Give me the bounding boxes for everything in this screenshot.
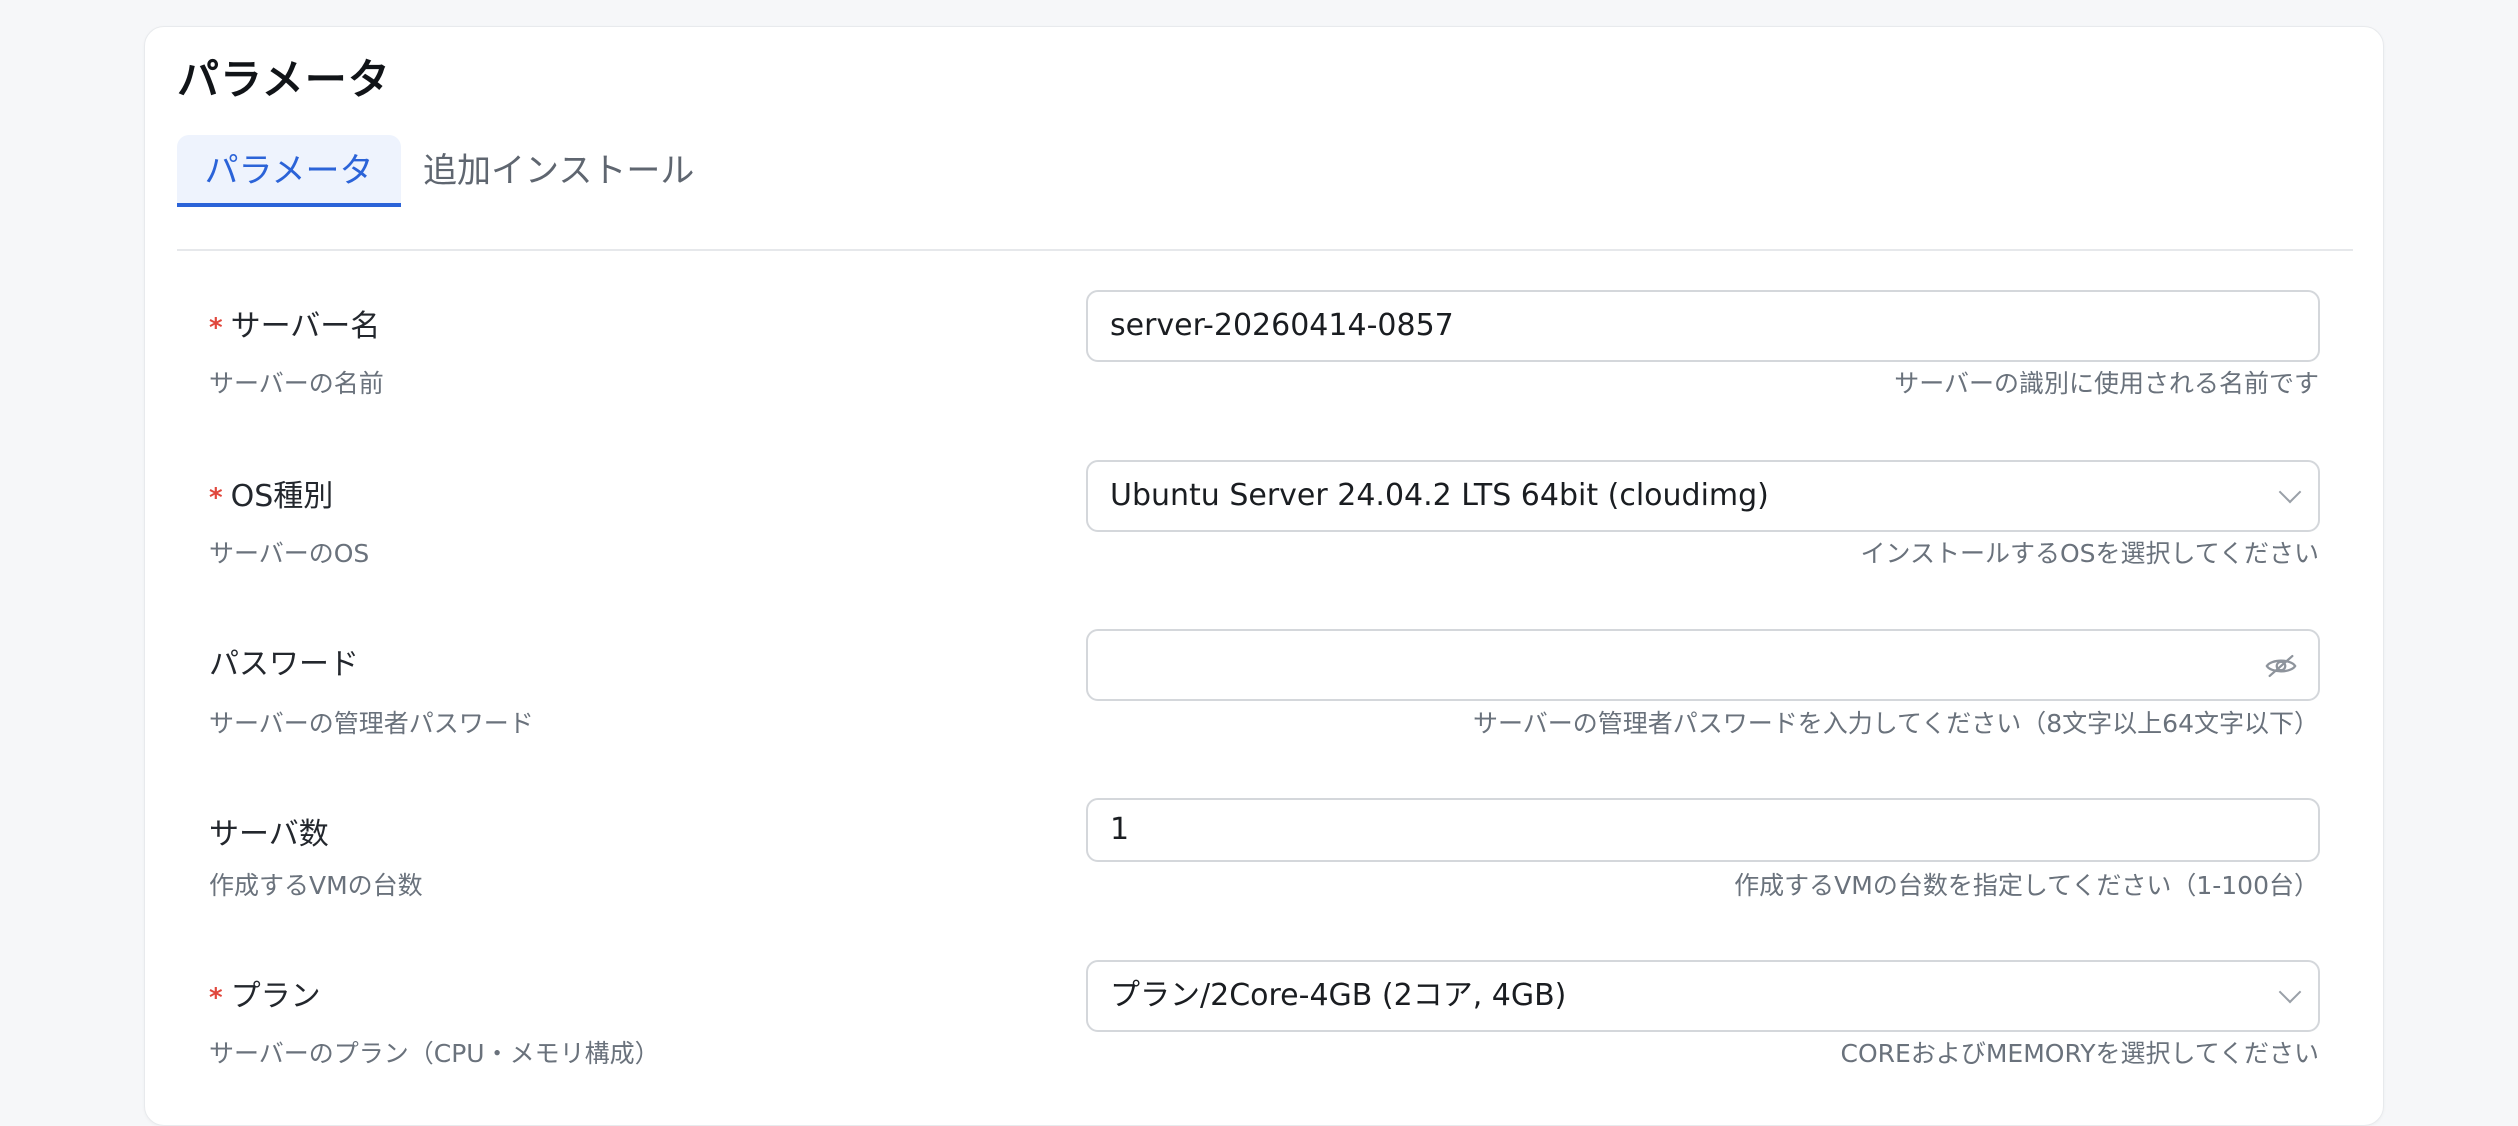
server-count-description: 作成するVMの台数 <box>209 871 423 900</box>
eye-off-icon[interactable] <box>2264 649 2298 683</box>
plan-value: プラン/2Core-4GB (2コア, 4GB) <box>1110 978 1567 1013</box>
required-mark: * <box>209 313 223 343</box>
server-name-input[interactable]: server-20260414-0857 <box>1086 290 2320 362</box>
tab-bar: パラメータ 追加インストール <box>177 135 2353 251</box>
os-type-label-text: OS種別 <box>230 479 334 514</box>
server-count-hint: 作成するVMの台数を指定してください（1-100台） <box>1734 871 2319 900</box>
parameters-card: パラメータ パラメータ 追加インストール * サーバー名 サーバーの名前 serv… <box>144 26 2384 1126</box>
server-count-label-text: サーバ数 <box>209 817 329 852</box>
os-type-value: Ubuntu Server 24.04.2 LTS 64bit (cloudim… <box>1110 478 1769 513</box>
plan-hint: COREおよびMEMORYを選択してください <box>1840 1039 2319 1068</box>
tab-parameters[interactable]: パラメータ <box>177 135 401 207</box>
os-type-hint: インストールするOSを選択してください <box>1860 539 2319 568</box>
password-description: サーバーの管理者パスワード <box>209 709 534 738</box>
required-mark: * <box>209 983 223 1013</box>
os-type-description: サーバーのOS <box>209 539 370 568</box>
server-name-value: server-20260414-0857 <box>1110 308 1454 343</box>
plan-select[interactable]: プラン/2Core-4GB (2コア, 4GB) <box>1086 960 2320 1032</box>
chevron-down-icon <box>2278 980 2302 1004</box>
server-name-description: サーバーの名前 <box>209 369 384 398</box>
section-title: パラメータ <box>177 55 391 104</box>
password-input[interactable] <box>1086 629 2320 701</box>
plan-label-text: プラン <box>230 979 321 1014</box>
password-label: パスワード <box>209 645 359 685</box>
password-label-text: パスワード <box>209 647 359 682</box>
server-name-label: * サーバー名 <box>209 307 380 348</box>
server-count-input[interactable]: 1 <box>1086 798 2320 862</box>
chevron-down-icon <box>2278 480 2302 504</box>
tab-additional-install[interactable]: 追加インストール <box>415 135 715 207</box>
server-count-label: サーバ数 <box>209 815 329 855</box>
password-hint: サーバーの管理者パスワードを入力してください（8文字以上64文字以下） <box>1473 709 2319 738</box>
server-name-hint: サーバーの識別に使用される名前です <box>1894 369 2319 398</box>
os-type-select[interactable]: Ubuntu Server 24.04.2 LTS 64bit (cloudim… <box>1086 460 2320 532</box>
required-mark: * <box>209 483 223 513</box>
os-type-label: * OS種別 <box>209 477 333 518</box>
server-count-value: 1 <box>1110 812 1130 847</box>
plan-label: * プラン <box>209 977 321 1018</box>
plan-description: サーバーのプラン（CPU・メモリ構成） <box>209 1039 660 1068</box>
server-name-label-text: サーバー名 <box>230 309 381 344</box>
